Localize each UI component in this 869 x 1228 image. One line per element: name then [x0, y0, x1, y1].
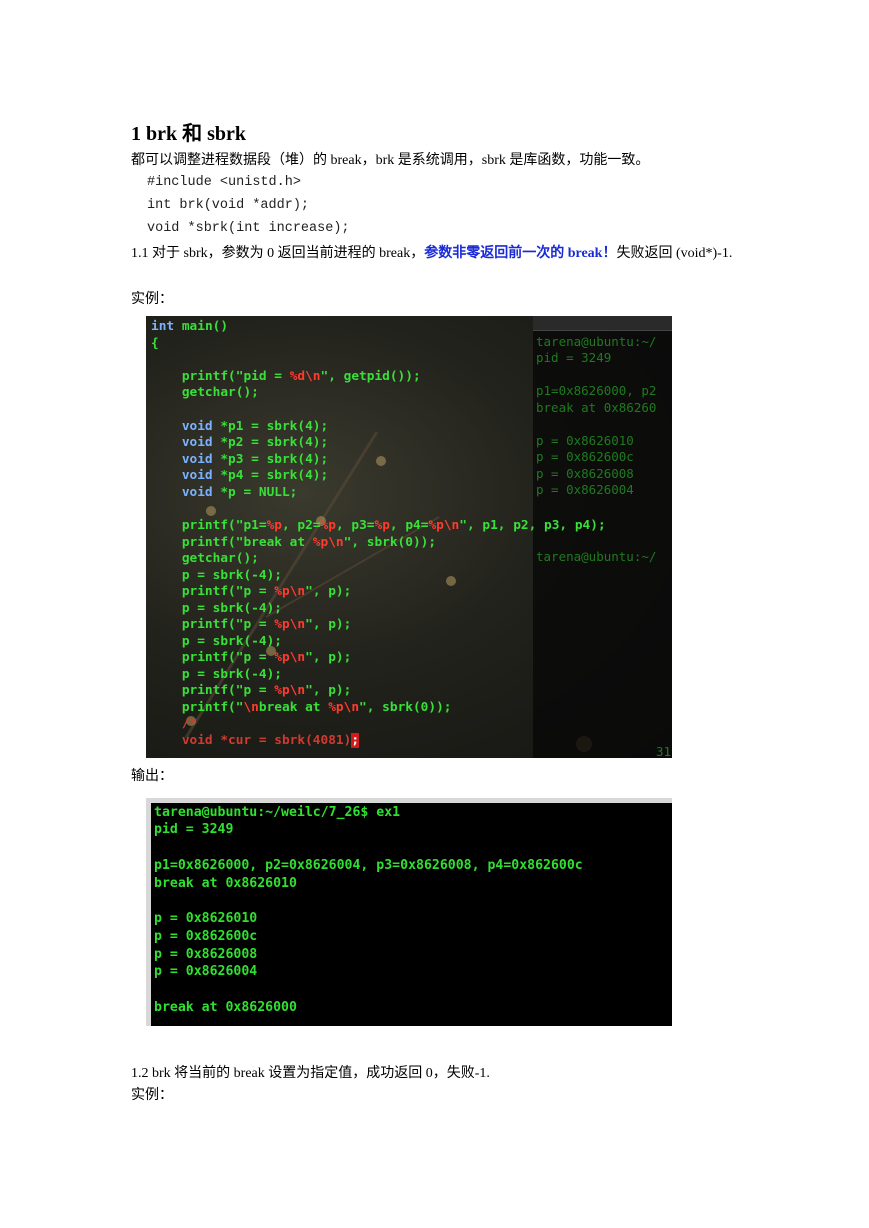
- output-line: break at 0x8626010: [154, 876, 297, 891]
- terminal-border: [146, 798, 151, 1026]
- code-line: void *cur = sbrk(4081);: [151, 733, 360, 748]
- code-line: int main(): [151, 319, 229, 334]
- intro-paragraph: 都可以调整进程数据段（堆）的 break，brk 是系统调用，sbrk 是库函数…: [131, 153, 650, 168]
- terminal-output-screenshot: tarena@ubuntu:~/weilc/7_26$ ex1 pid = 32…: [146, 798, 672, 1026]
- code-line: {: [151, 336, 159, 351]
- term-right-line: 31: [656, 744, 672, 758]
- blossom-decoration: [446, 576, 456, 586]
- sbrk-desc-prefix: 1.1 对于 sbrk，参数为 0 返回当前进程的 break，: [131, 246, 425, 261]
- output-line: pid = 3249: [154, 822, 234, 837]
- output-line: break at 0x8626000: [154, 1000, 297, 1015]
- code-sbrk-signature: void *sbrk(int increase);: [147, 221, 350, 236]
- code-line: printf("p = %p\n", p);: [151, 650, 352, 665]
- document-page: 1 brk 和 sbrk 都可以调整进程数据段（堆）的 break，brk 是系…: [0, 0, 869, 1228]
- section-heading: 1 brk 和 sbrk: [131, 123, 247, 145]
- code-line: printf("p = %p\n", p);: [151, 683, 352, 698]
- code-line: p = sbrk(-4);: [151, 568, 282, 583]
- term-right-line: p = 0x862600c: [536, 449, 634, 464]
- term-right-line: p = 0x8626008: [536, 466, 634, 481]
- code-line: printf("pid = %d\n", getpid());: [151, 369, 421, 384]
- code-line: printf("p = %p\n", p);: [151, 584, 352, 599]
- term-right-line: p = 0x8626010: [536, 433, 634, 448]
- sbrk-desc-suffix: 失败返回 (void*)-1.: [616, 246, 733, 261]
- terminal-titlebar: [146, 798, 672, 803]
- brk-description: 1.2 brk 将当前的 break 设置为指定值，成功返回 0，失败-1.: [131, 1066, 490, 1081]
- code-line: printf("p = %p\n", p);: [151, 617, 352, 632]
- code-line: printf("p1=%p, p2=%p, p3=%p, p4=%p\n", p…: [151, 518, 606, 533]
- output-line: p = 0x8626010: [154, 911, 258, 926]
- code-line: void *p1 = sbrk(4);: [151, 419, 329, 434]
- code-editor-screenshot: tarena@ubuntu:~/ pid = 3249 p1=0x8626000…: [146, 316, 672, 758]
- code-line: void *p4 = sbrk(4);: [151, 468, 329, 483]
- output-line: p1=0x8626000, p2=0x8626004, p3=0x8626008…: [154, 858, 583, 873]
- term-right-line: p1=0x8626000, p2: [536, 383, 657, 398]
- code-line: p = sbrk(-4);: [151, 601, 282, 616]
- code-line: getchar();: [151, 385, 259, 400]
- output-line: p = 0x8626004: [154, 964, 258, 979]
- example-label-2: 实例：: [131, 1088, 173, 1103]
- term-right-line: p = 0x8626004: [536, 482, 634, 497]
- example-label: 实例：: [131, 292, 173, 307]
- term-right-line: tarena@ubuntu:~/: [536, 549, 657, 564]
- code-brk-signature: int brk(void *addr);: [147, 198, 310, 213]
- code-line: void *p2 = sbrk(4);: [151, 435, 329, 450]
- term-right-line: break at 0x86260: [536, 400, 657, 415]
- code-line: p = sbrk(-4);: [151, 634, 282, 649]
- code-line: getchar();: [151, 551, 259, 566]
- code-line: void *p = NULL;: [151, 485, 298, 500]
- term-right-line: tarena@ubuntu:~/: [536, 334, 657, 349]
- output-line: p = 0x862600c: [154, 929, 258, 944]
- code-include: #include <unistd.h>: [147, 175, 301, 190]
- code-line: printf("break at %p\n", sbrk(0));: [151, 535, 437, 550]
- code-line: /*: [151, 716, 198, 731]
- sbrk-description: 1.1 对于 sbrk，参数为 0 返回当前进程的 break，参数非零返回前一…: [131, 243, 743, 265]
- code-line: printf("\nbreak at %p\n", sbrk(0));: [151, 700, 452, 715]
- sbrk-desc-highlight: 参数非零返回前一次的 break！: [424, 246, 617, 261]
- code-line: void *p3 = sbrk(4);: [151, 452, 329, 467]
- terminal-titlebar: [533, 316, 672, 331]
- blossom-decoration: [206, 506, 216, 516]
- output-line: p = 0x8626008: [154, 947, 258, 962]
- blossom-decoration: [376, 456, 386, 466]
- output-line: tarena@ubuntu:~/weilc/7_26$ ex1: [154, 805, 401, 820]
- text-cursor: ;: [351, 733, 360, 748]
- code-line: p = sbrk(-4);: [151, 667, 282, 682]
- term-right-line: pid = 3249: [536, 350, 612, 365]
- output-label: 输出：: [131, 769, 173, 784]
